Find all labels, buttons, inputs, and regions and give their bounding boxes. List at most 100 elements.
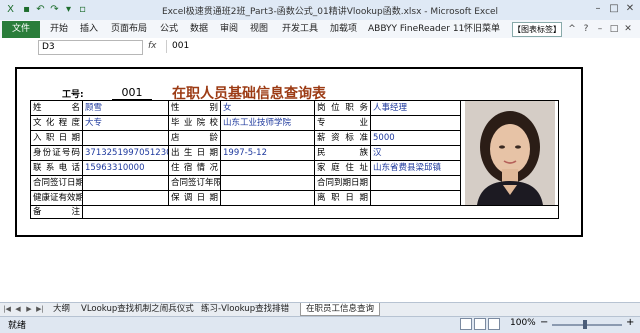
table-cell[interactable]: 5000: [370, 130, 461, 146]
doc-restore-icon[interactable]: □: [608, 22, 620, 36]
table-cell[interactable]: 健康证有效期: [30, 190, 83, 206]
quick-access-more-icon[interactable]: ▾: [62, 3, 75, 16]
tab-addins[interactable]: 加载项: [330, 22, 357, 36]
table-cell[interactable]: 合同签订日期: [30, 175, 83, 191]
doc-minimize-icon[interactable]: –: [594, 22, 606, 36]
quick-access-extra-icon[interactable]: ▫: [76, 3, 89, 16]
table-cell[interactable]: 离职日期: [314, 190, 371, 206]
table-cell[interactable]: [82, 175, 169, 191]
table-cell[interactable]: 大专: [82, 115, 169, 131]
table-cell[interactable]: 专 业: [314, 115, 371, 131]
table-cell[interactable]: 住宿情况: [168, 160, 221, 176]
table-cell[interactable]: 汉: [370, 145, 461, 161]
prev-sheet-icon[interactable]: ◀: [13, 304, 23, 314]
photo-cell[interactable]: [460, 100, 559, 206]
table-cell[interactable]: [220, 175, 315, 191]
table-cell[interactable]: 371325199705123000: [82, 145, 169, 161]
excel-logo-icon: X: [7, 4, 14, 15]
table-cell[interactable]: 家庭住址: [314, 160, 371, 176]
page-break-view-icon[interactable]: [488, 318, 500, 330]
table-cell[interactable]: 姓 名: [30, 100, 83, 116]
tab-file[interactable]: 文件: [2, 21, 40, 38]
employee-photo-image: [464, 101, 555, 205]
employee-photo: [464, 101, 555, 205]
table-cell[interactable]: 合同签订年限: [168, 175, 221, 191]
table-cell[interactable]: [220, 160, 315, 176]
table-cell[interactable]: [82, 130, 169, 146]
close-icon[interactable]: ✕: [622, 2, 638, 16]
table-cell[interactable]: 联系电话: [30, 160, 83, 176]
table-cell[interactable]: 岗位职务: [314, 100, 371, 116]
tab-chart-labels[interactable]: 【图表标签】: [512, 22, 562, 37]
remarks-cell[interactable]: [82, 204, 559, 220]
doc-close-icon[interactable]: ✕: [622, 22, 634, 36]
zoom-in-icon[interactable]: +: [626, 317, 634, 328]
employee-id-value[interactable]: 001: [112, 86, 152, 100]
tab-home[interactable]: 开始: [50, 22, 68, 36]
formula-input[interactable]: 001: [166, 40, 640, 53]
normal-view-icon[interactable]: [460, 318, 472, 330]
last-sheet-icon[interactable]: ▶|: [35, 304, 45, 314]
table-cell[interactable]: [370, 115, 461, 131]
undo-icon[interactable]: ↶: [34, 3, 47, 16]
minimize-icon[interactable]: –: [590, 2, 606, 16]
table-cell[interactable]: 山东省费县梁邱镇: [370, 160, 461, 176]
tab-view[interactable]: 视图: [250, 22, 268, 36]
table-cell[interactable]: [220, 130, 315, 146]
window-title: Excel极速贯通班2班_Part3-函数公式_01精讲Vlookup函数.xl…: [161, 7, 499, 17]
table-row: 姓 名 顾雪 性 别 女 岗位职务 人事经理: [30, 100, 559, 206]
table-cell[interactable]: 身份证号码: [30, 145, 83, 161]
maximize-icon[interactable]: □: [606, 2, 622, 16]
employee-id-label: 工号:: [62, 90, 84, 100]
fx-icon[interactable]: fx: [148, 40, 162, 53]
status-ready: 就绪: [8, 321, 27, 331]
employee-info-table: 姓 名 顾雪 性 别 女 岗位职务 人事经理 文化程度 大专 毕业院校 山东工业…: [30, 100, 559, 220]
tab-formulas[interactable]: 公式: [160, 22, 178, 36]
tab-developer[interactable]: 开发工具: [282, 22, 318, 36]
sheet-tab-employee-query[interactable]: 在职员工信息查询: [300, 303, 381, 316]
next-sheet-icon[interactable]: ▶: [24, 304, 34, 314]
table-cell[interactable]: 性 别: [168, 100, 221, 116]
first-sheet-icon[interactable]: |◀: [2, 304, 12, 314]
table-cell[interactable]: 15963310000: [82, 160, 169, 176]
table-cell[interactable]: 文化程度: [30, 115, 83, 131]
ribbon-minimize-icon[interactable]: ^: [566, 22, 578, 36]
tab-insert[interactable]: 插入: [80, 22, 98, 36]
sheet-tab-vlookup-mechanism[interactable]: VLookup查找机制之闹兵仪式: [76, 303, 199, 315]
table-cell[interactable]: 1997-5-12: [220, 145, 315, 161]
tab-page-layout[interactable]: 页面布局: [111, 22, 147, 36]
sheet-tab-outline[interactable]: 大纲: [48, 303, 75, 315]
table-cell[interactable]: 出生日期: [168, 145, 221, 161]
table-cell[interactable]: 入职日期: [30, 130, 83, 146]
table-cell[interactable]: 民 族: [314, 145, 371, 161]
zoom-slider-thumb[interactable]: [583, 320, 587, 329]
zoom-level[interactable]: 100%: [510, 318, 536, 328]
table-cell[interactable]: [370, 175, 461, 191]
tab-classic-menu[interactable]: 怀旧菜单: [464, 22, 500, 36]
table-cell[interactable]: 保调日期: [168, 190, 221, 206]
sheet-tab-vlookup-practice[interactable]: 练习-Vlookup查找排错: [196, 303, 294, 315]
table-cell[interactable]: [370, 190, 461, 206]
tab-abbyy[interactable]: ABBYY FineReader 11: [368, 22, 464, 36]
table-cell[interactable]: 顾雪: [82, 100, 169, 116]
table-cell[interactable]: 店 龄: [168, 130, 221, 146]
table-cell[interactable]: [82, 190, 169, 206]
help-icon[interactable]: ?: [580, 22, 592, 36]
table-cell[interactable]: 女: [220, 100, 315, 116]
table-cell[interactable]: 薪资标准: [314, 130, 371, 146]
save-icon[interactable]: ▪: [20, 3, 33, 16]
table-cell[interactable]: [220, 190, 315, 206]
tab-review[interactable]: 审阅: [220, 22, 238, 36]
table-row: 备 注: [30, 204, 559, 220]
name-box[interactable]: D3: [38, 40, 143, 55]
table-cell[interactable]: 合同到期日期: [314, 175, 371, 191]
page-layout-view-icon[interactable]: [474, 318, 486, 330]
zoom-slider-track[interactable]: [552, 324, 622, 326]
table-cell[interactable]: 备 注: [30, 204, 83, 220]
table-cell[interactable]: 毕业院校: [168, 115, 221, 131]
redo-icon[interactable]: ↷: [48, 3, 61, 16]
table-cell[interactable]: 山东工业技师学院: [220, 115, 315, 131]
tab-data[interactable]: 数据: [190, 22, 208, 36]
table-cell[interactable]: 人事经理: [370, 100, 461, 116]
zoom-out-icon[interactable]: −: [540, 317, 548, 328]
